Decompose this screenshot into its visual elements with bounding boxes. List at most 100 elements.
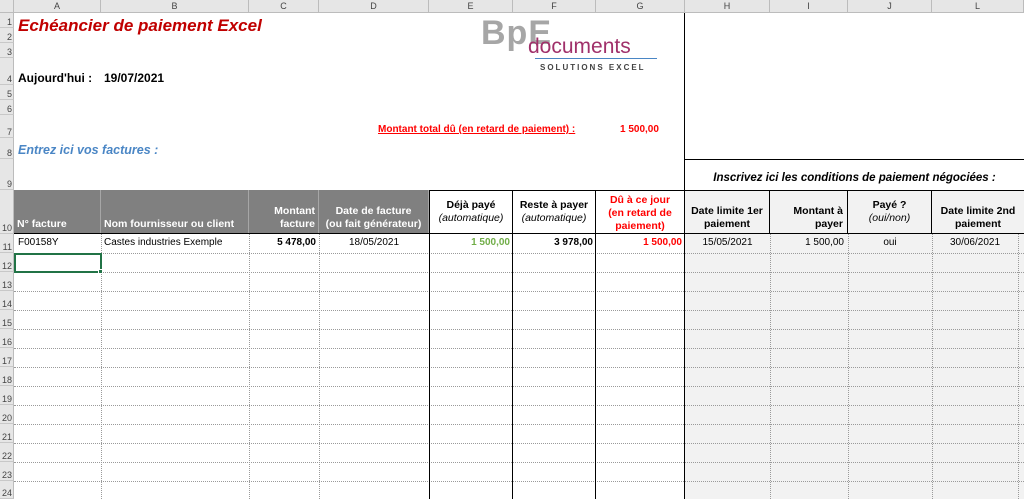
header-deadline1-line2: paiement (703, 218, 751, 230)
row-header-2[interactable]: 2 (0, 28, 14, 43)
row-11-invoice-no[interactable]: F00158Y (18, 234, 59, 252)
header-supplier: Nom fournisseur ou client (101, 190, 249, 234)
gridline-col-i (848, 234, 849, 499)
row-11-paid-question[interactable]: oui (848, 234, 932, 252)
row-11-supplier[interactable]: Castes industries Exemple (104, 234, 222, 252)
header-deadline1-line1: Date limite 1er (691, 205, 763, 217)
border-col-g-right (684, 159, 685, 499)
column-header-l[interactable]: L (932, 0, 1024, 13)
gridline-row-23 (14, 481, 1024, 482)
column-header-f[interactable]: F (513, 0, 596, 13)
row-11-date[interactable]: 18/05/2021 (319, 234, 429, 252)
column-header-c[interactable]: C (249, 0, 319, 13)
header-date-line2: (ou fait générateur) (325, 218, 422, 230)
gridline-col-j (932, 234, 933, 499)
row-11-remaining[interactable]: 3 978,00 (513, 234, 593, 252)
gridline-row-20 (14, 424, 1024, 425)
row-header-13[interactable]: 13 (0, 272, 14, 291)
header-due-line3: paiement) (615, 220, 665, 232)
row-header-4[interactable]: 4 (0, 58, 14, 85)
row-header-6[interactable]: 6 (0, 100, 14, 115)
header-due-line2: (en retard de (608, 207, 672, 219)
gridline-row-19 (14, 405, 1024, 406)
row-header-7[interactable]: 7 (0, 115, 14, 138)
logo-subtitle: SOLUTIONS EXCEL (540, 63, 646, 72)
header-paid-line1: Déjà payé (446, 199, 496, 211)
column-header-g[interactable]: G (596, 0, 685, 13)
row-header-17[interactable]: 17 (0, 348, 14, 367)
gridline-row-11 (14, 253, 1024, 254)
gridline-row-15 (14, 329, 1024, 330)
fill-handle[interactable] (98, 269, 103, 274)
row-header-8[interactable]: 8 (0, 138, 14, 159)
row-header-19[interactable]: 19 (0, 386, 14, 405)
row-header-15[interactable]: 15 (0, 310, 14, 329)
gridline-col-h (770, 234, 771, 499)
header-amount-line1: Montant (274, 205, 315, 217)
column-header-b[interactable]: B (101, 0, 249, 13)
header-deadline1: Date limite 1er paiement (685, 190, 770, 234)
row-header-9[interactable]: 9 (0, 159, 14, 190)
column-header-j[interactable]: J (848, 0, 932, 13)
header-date-line1: Date de facture (335, 205, 412, 217)
row-header-18[interactable]: 18 (0, 367, 14, 386)
top-right-divider (684, 13, 685, 159)
selected-cell-a12[interactable] (14, 253, 102, 273)
conditions-title: Inscrivez ici les conditions de paiement… (713, 172, 996, 184)
gridline-row-13 (14, 291, 1024, 292)
row-11-due[interactable]: 1 500,00 (596, 234, 682, 252)
header-remaining-line1: Reste à payer (519, 199, 589, 211)
row-header-11[interactable]: 11 (0, 234, 14, 253)
header-invoice-no-label: N° facture (17, 218, 67, 230)
header-amount: Montant facture (249, 190, 319, 234)
header-invoice-no: N° facture (14, 190, 101, 234)
gridline-col-c (319, 234, 320, 499)
header-pay-amount-line1: Montant à (793, 205, 843, 217)
total-value: 1 500,00 (620, 124, 659, 135)
header-remaining-line2: (automatique) (521, 212, 587, 224)
header-paid-line2: (automatique) (438, 212, 504, 224)
row-header-24[interactable]: 24 (0, 481, 14, 499)
column-header-d[interactable]: D (319, 0, 429, 13)
gridline-row-14 (14, 310, 1024, 311)
row-11-deadline1[interactable]: 15/05/2021 (685, 234, 770, 252)
logo-divider (535, 58, 657, 59)
row-header-23[interactable]: 23 (0, 462, 14, 481)
header-remaining: Reste à payer (automatique) (513, 190, 596, 234)
header-deadline2: Date limite 2nd paiement (932, 190, 1024, 234)
row-header-16[interactable]: 16 (0, 329, 14, 348)
row-header-20[interactable]: 20 (0, 405, 14, 424)
row-header-12[interactable]: 12 (0, 253, 14, 272)
row-header-1[interactable]: 1 (0, 13, 14, 28)
logo-documents-text: documents (528, 35, 631, 58)
row-header-14[interactable]: 14 (0, 291, 14, 310)
column-header-e[interactable]: E (429, 0, 513, 13)
gridline-row-12 (14, 272, 1024, 273)
today-label: Aujourd'hui : (18, 71, 93, 85)
row-header-21[interactable]: 21 (0, 424, 14, 443)
gridline-col-l (1018, 234, 1019, 499)
header-paid: Déjà payé (automatique) (429, 190, 513, 234)
header-due-line1: Dû à ce jour (609, 194, 671, 206)
row-header-3[interactable]: 3 (0, 43, 14, 58)
column-header-i[interactable]: I (770, 0, 848, 13)
row-11-amount[interactable]: 5 478,00 (249, 234, 316, 252)
row-header-10[interactable]: 10 (0, 190, 14, 234)
today-value: 19/07/2021 (104, 71, 165, 85)
header-amount-line2: facture (279, 218, 315, 230)
row-11-pay-amount[interactable]: 1 500,00 (770, 234, 844, 252)
header-deadline2-line2: paiement (954, 218, 1002, 230)
row-header-5[interactable]: 5 (0, 85, 14, 100)
header-due: Dû à ce jour (en retard de paiement) (596, 190, 685, 234)
header-paid-question-line1: Payé ? (872, 199, 907, 211)
bpe-logo: BpE documents SOLUTIONS EXCEL (478, 14, 668, 74)
row-header-22[interactable]: 22 (0, 443, 14, 462)
gridline-row-18 (14, 386, 1024, 387)
header-paid-question: Payé ? (oui/non) (848, 190, 932, 234)
column-header-a[interactable]: A (14, 0, 101, 13)
row-11-deadline2[interactable]: 30/06/2021 (932, 234, 1018, 252)
select-all-corner[interactable] (0, 0, 14, 13)
header-supplier-label: Nom fournisseur ou client (104, 218, 235, 230)
row-11-paid[interactable]: 1 500,00 (430, 234, 510, 252)
column-header-h[interactable]: H (685, 0, 770, 13)
